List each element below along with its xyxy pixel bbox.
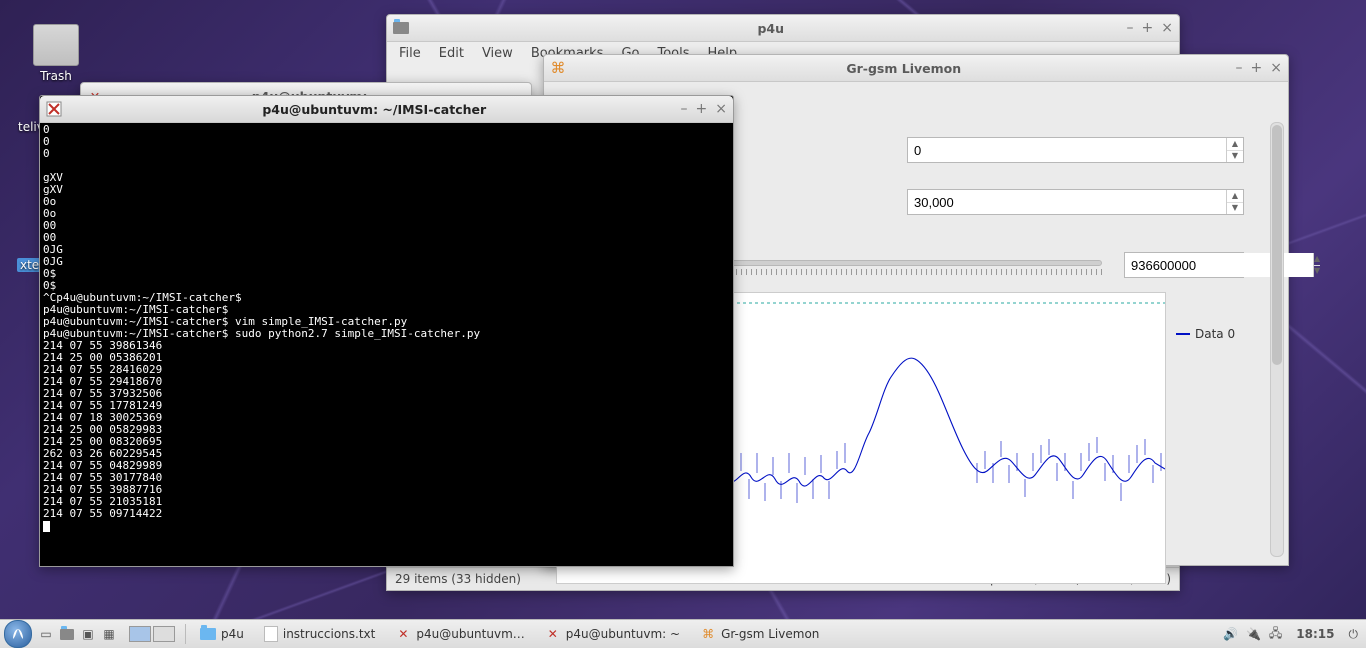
close-button[interactable]: × [1270, 61, 1282, 75]
spin-input-2-field[interactable] [908, 190, 1226, 214]
minimize-button[interactable]: – [1236, 61, 1243, 75]
task-instruccions[interactable]: instruccions.txt [255, 621, 385, 647]
task-label: p4u@ubuntuvm… [416, 627, 524, 641]
terminal-output[interactable]: 0 0 0 gXV gXV 0o 0o 00 00 0JG 0JG 0$ 0$ … [40, 123, 733, 533]
clock[interactable]: 18:15 [1290, 627, 1340, 641]
trash-icon [33, 24, 79, 66]
separator [185, 624, 186, 644]
minimize-button[interactable]: – [1127, 21, 1134, 35]
menu-edit[interactable]: Edit [439, 46, 464, 61]
volume-icon[interactable]: 🔊 [1223, 627, 1238, 641]
system-tray: 🔊 🔌 🖧 18:15 ⏻ [1215, 624, 1366, 645]
spin-up-icon[interactable]: ▲ [1227, 138, 1243, 151]
spin-frequency-field[interactable] [1125, 253, 1313, 277]
show-desktop-button[interactable]: ▭ [36, 624, 56, 644]
file-manager-launcher[interactable] [57, 624, 77, 644]
folder-icon [393, 20, 409, 36]
network-icon[interactable]: 🖧 [1269, 624, 1282, 645]
legend-swatch [1176, 333, 1190, 335]
task-label: instruccions.txt [283, 627, 376, 641]
window-title: Gr-gsm Livemon [572, 61, 1236, 76]
shutdown-icon[interactable]: ⏻ [1349, 627, 1359, 642]
close-button[interactable]: × [715, 102, 727, 116]
maximize-button[interactable]: + [696, 102, 708, 116]
folder-icon [200, 626, 216, 642]
task-terminal-1[interactable]: ✕ p4u@ubuntuvm… [386, 621, 533, 647]
browser-launcher[interactable]: ▦ [99, 624, 119, 644]
xterm-icon: ✕ [545, 626, 561, 642]
titlebar[interactable]: p4u@ubuntuvm: ~/IMSI-catcher – + × [40, 96, 733, 123]
spin-input-1-field[interactable] [908, 138, 1226, 162]
window-title: p4u [415, 21, 1127, 36]
titlebar[interactable]: p4u – + × [387, 15, 1179, 42]
quick-launch: ▭ ▣ ▦ [36, 624, 119, 644]
window-title: p4u@ubuntuvm: ~/IMSI-catcher [68, 102, 681, 117]
menu-view[interactable]: View [482, 46, 513, 61]
maximize-button[interactable]: + [1251, 61, 1263, 75]
text-file-icon [264, 626, 278, 642]
spin-down-icon[interactable]: ▼ [1227, 203, 1243, 215]
scrollbar-thumb[interactable] [1272, 125, 1282, 365]
terminal-launcher[interactable]: ▣ [78, 624, 98, 644]
spin-up-icon[interactable]: ▲ [1314, 253, 1320, 266]
xterm-icon: ✕ [395, 626, 411, 642]
status-items: 29 items (33 hidden) [395, 572, 521, 586]
close-button[interactable]: × [1161, 21, 1173, 35]
spin-up-icon[interactable]: ▲ [1227, 190, 1243, 203]
vertical-scrollbar[interactable] [1270, 122, 1284, 557]
titlebar[interactable]: ⌘ Gr-gsm Livemon – + × [544, 55, 1288, 82]
gnuradio-icon: ⌘ [550, 60, 566, 76]
workspace-2[interactable] [153, 626, 175, 642]
task-label: p4u@ubuntuvm: ~ [566, 627, 680, 641]
minimize-button[interactable]: – [681, 102, 688, 116]
task-grgsm[interactable]: ⌘ Gr-gsm Livemon [691, 621, 828, 647]
power-icon[interactable]: 🔌 [1246, 627, 1261, 641]
spin-input-frequency[interactable]: ▲▼ [1124, 252, 1244, 278]
spin-input-2[interactable]: ▲▼ [907, 189, 1244, 215]
menu-file[interactable]: File [399, 46, 421, 61]
spin-down-icon[interactable]: ▼ [1227, 151, 1243, 163]
task-label: p4u [221, 627, 244, 641]
task-terminal-2[interactable]: ✕ p4u@ubuntuvm: ~ [536, 621, 689, 647]
task-label: Gr-gsm Livemon [721, 627, 819, 641]
gnuradio-icon: ⌘ [700, 626, 716, 642]
window-terminal-imsi[interactable]: p4u@ubuntuvm: ~/IMSI-catcher – + × 0 0 0… [39, 95, 734, 567]
task-p4u[interactable]: p4u [191, 621, 253, 647]
workspace-1[interactable] [129, 626, 151, 642]
desktop-icon-trash[interactable]: Trash [33, 24, 79, 83]
maximize-button[interactable]: + [1142, 21, 1154, 35]
legend-label: Data 0 [1195, 327, 1235, 341]
spin-input-1[interactable]: ▲▼ [907, 137, 1244, 163]
desktop-icon-label: Trash [33, 69, 79, 83]
spin-down-icon[interactable]: ▼ [1314, 266, 1320, 278]
workspace-pager[interactable] [129, 626, 175, 642]
plot-legend: Data 0 [1176, 327, 1235, 341]
taskbar: ▭ ▣ ▦ p4u instruccions.txt ✕ p4u@ubuntuv… [0, 619, 1366, 648]
start-menu-button[interactable] [4, 620, 32, 648]
xterm-icon [46, 101, 62, 117]
